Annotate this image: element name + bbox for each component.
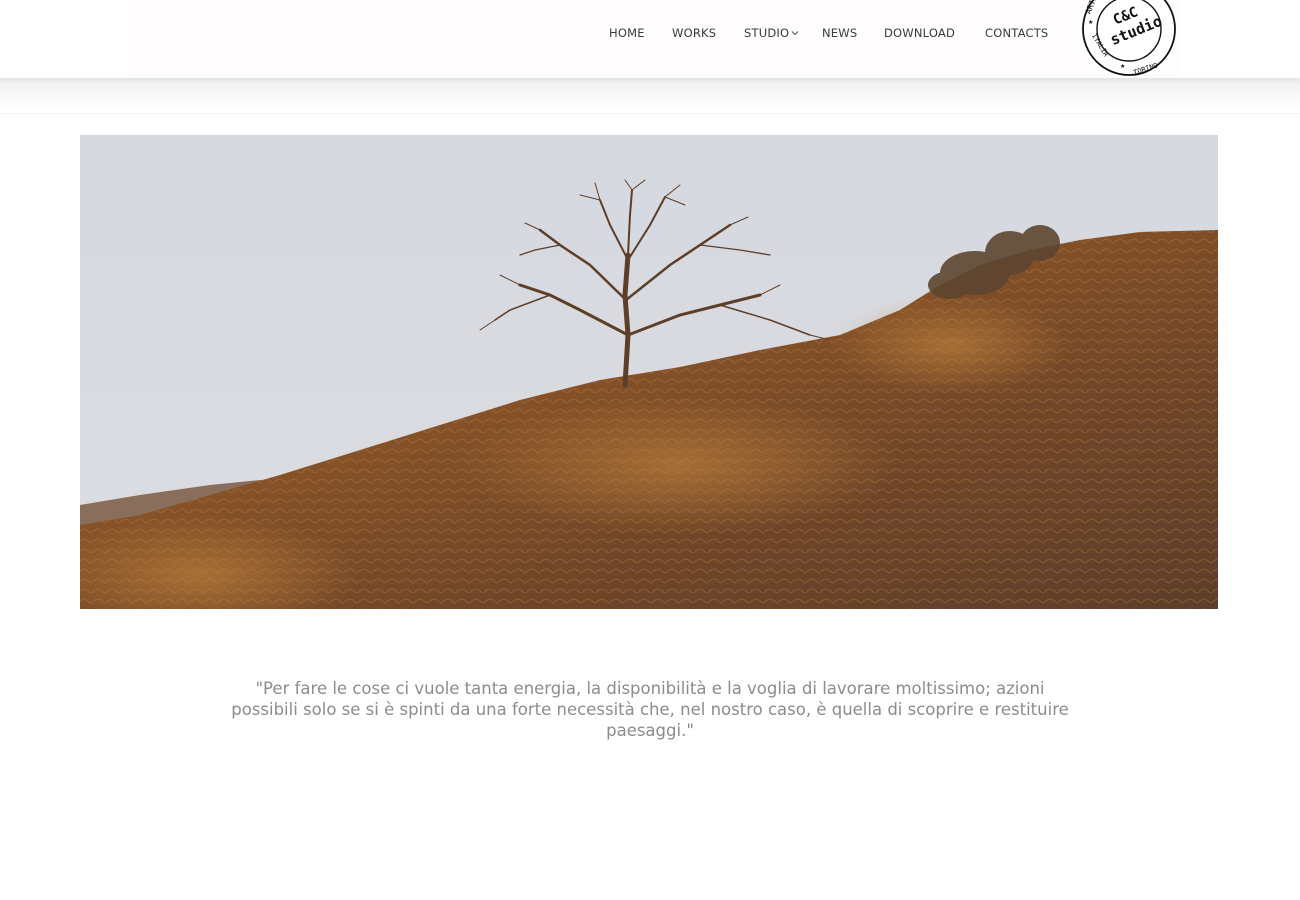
logo-star-icon-2: ★ bbox=[1120, 63, 1125, 70]
page: HOME WORKS STUDIO NEWS DOWNLOAD CONTACTS… bbox=[0, 0, 1300, 900]
nav-download[interactable]: DOWNLOAD bbox=[884, 25, 955, 41]
header-inner: HOME WORKS STUDIO NEWS DOWNLOAD CONTACTS bbox=[128, 0, 1178, 78]
hero-landscape-art bbox=[80, 135, 1218, 609]
nav-home[interactable]: HOME bbox=[609, 25, 645, 41]
logo-star-icon: ★ bbox=[1088, 19, 1093, 26]
hero-image bbox=[80, 135, 1218, 609]
header-shadow-band bbox=[0, 78, 1300, 114]
quote-text: "Per fare le cose ci vuole tanta energia… bbox=[231, 679, 1069, 740]
nav-studio[interactable]: STUDIO bbox=[744, 25, 799, 41]
nav-works[interactable]: WORKS bbox=[672, 25, 716, 41]
nav-contacts[interactable]: CONTACTS bbox=[985, 25, 1048, 41]
studio-logo[interactable]: ARTE ITALIA TORINO C&C studio ★ ★ bbox=[1080, 0, 1178, 78]
nav-news[interactable]: NEWS bbox=[822, 25, 857, 41]
chevron-down-icon bbox=[791, 31, 799, 36]
nav-studio-label: STUDIO bbox=[744, 26, 790, 40]
